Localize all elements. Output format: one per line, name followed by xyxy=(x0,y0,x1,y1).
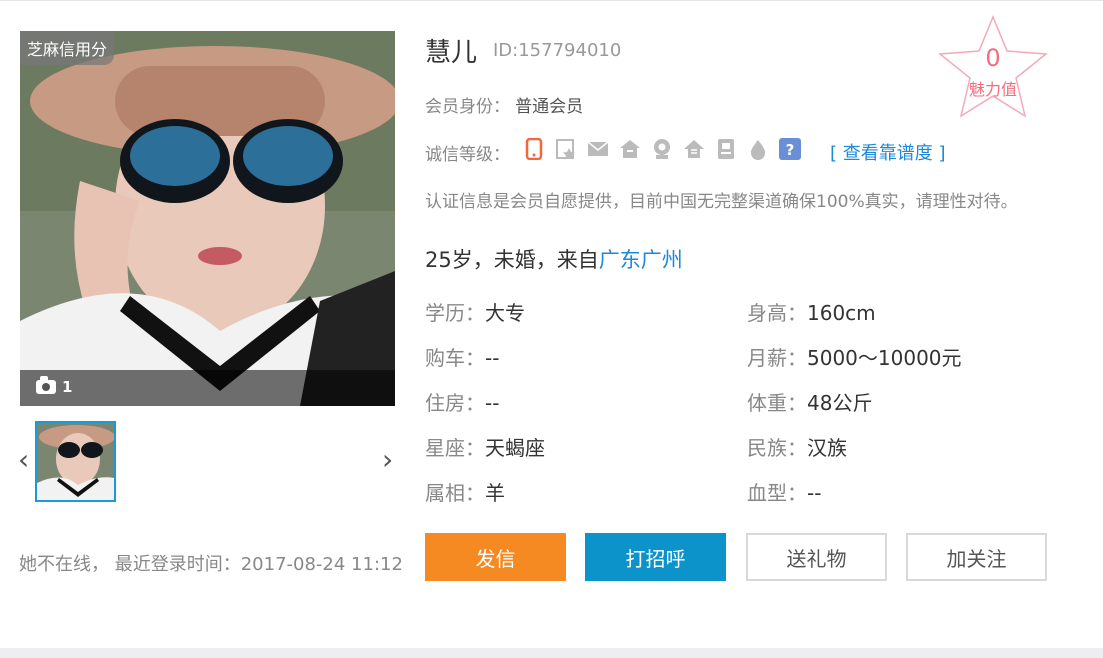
detail-key: 身高： xyxy=(747,301,807,325)
mail-icon[interactable] xyxy=(587,138,609,160)
detail-car: 购车：-- xyxy=(425,342,499,371)
detail-key: 住房： xyxy=(425,391,485,415)
certificate-icon[interactable] xyxy=(555,138,577,160)
detail-value: 大专 xyxy=(485,301,525,325)
send-gift-button[interactable]: 送礼物 xyxy=(746,533,887,581)
photo-illustration xyxy=(20,31,395,406)
drop-icon[interactable] xyxy=(747,138,769,160)
photo-caption-bar xyxy=(20,370,395,406)
detail-value: 5000～10000元 xyxy=(807,346,962,370)
detail-height: 身高：160cm xyxy=(747,297,876,326)
zhima-credit-badge[interactable]: 芝麻信用分 xyxy=(20,31,115,65)
detail-key: 购车： xyxy=(425,346,485,370)
profile-id: ID:157794010 xyxy=(493,40,622,61)
detail-zodiac: 星座：天蝎座 xyxy=(425,432,545,461)
detail-value: 160cm xyxy=(807,301,876,325)
profile-summary: 25岁，未婚，来自广东广州 xyxy=(425,244,683,274)
next-arrow-icon[interactable]: › xyxy=(382,446,393,474)
detail-weight: 体重：48公斤 xyxy=(747,387,872,416)
detail-value: -- xyxy=(485,346,500,370)
member-label: 会员身份： xyxy=(425,97,510,117)
photo-count[interactable]: 1 xyxy=(36,376,73,396)
detail-value: -- xyxy=(485,391,500,415)
detail-key: 学历： xyxy=(425,301,485,325)
detail-blood-type: 血型：-- xyxy=(747,477,821,506)
detail-key: 属相： xyxy=(425,481,485,505)
question-icon[interactable]: ? xyxy=(779,138,801,160)
detail-value: 羊 xyxy=(485,481,505,505)
detail-key: 血型： xyxy=(747,481,807,505)
member-value: 普通会员 xyxy=(515,97,584,117)
detail-education: 学历：大专 xyxy=(425,297,525,326)
detail-value: 48公斤 xyxy=(807,391,873,415)
credit-label: 诚信等级： xyxy=(425,145,510,165)
credit-icons: ? xyxy=(523,137,801,161)
detail-value: 天蝎座 xyxy=(485,436,545,460)
home-icon[interactable] xyxy=(683,138,705,160)
online-status: 她不在线， 最近登录时间：2017-08-24 11:12 xyxy=(19,554,403,575)
phone-icon[interactable] xyxy=(523,137,545,161)
camera-icon xyxy=(36,376,56,394)
id-card-icon[interactable] xyxy=(715,138,737,160)
member-row: 会员身份： 普通会员 xyxy=(425,92,583,117)
detail-key: 月薪： xyxy=(747,346,807,370)
detail-value: -- xyxy=(807,481,822,505)
greet-button[interactable]: 打招呼 xyxy=(585,533,726,581)
detail-key: 民族： xyxy=(747,436,807,460)
detail-key: 体重： xyxy=(747,391,807,415)
charm-badge: 0 魅力值 xyxy=(936,14,1050,120)
profile-photo[interactable]: 芝麻信用分 1 xyxy=(20,31,395,406)
send-letter-button[interactable]: 发信 xyxy=(425,533,566,581)
top-divider xyxy=(0,0,1103,1)
thumbnail-illustration xyxy=(37,423,114,500)
detail-value: 汉族 xyxy=(807,436,847,460)
detail-chinese-zodiac: 属相：羊 xyxy=(425,477,505,506)
video-icon[interactable] xyxy=(651,138,673,160)
view-reliability-link[interactable]: [ 查看靠谱度 ] xyxy=(830,139,946,165)
charm-label: 魅力值 xyxy=(968,80,1017,99)
svg-text:?: ? xyxy=(786,141,795,159)
charm-value: 0 xyxy=(985,44,1001,72)
profile-name: 慧儿 xyxy=(425,38,478,68)
photo-thumbnail[interactable] xyxy=(35,421,116,502)
detail-housing: 住房：-- xyxy=(425,387,499,416)
summary-text: 25岁，未婚，来自 xyxy=(425,248,599,272)
photo-count-value: 1 xyxy=(62,378,73,396)
bottom-divider xyxy=(0,648,1103,658)
location-link[interactable]: 广东广州 xyxy=(599,248,683,272)
prev-arrow-icon[interactable]: ‹ xyxy=(18,446,29,474)
house-icon[interactable] xyxy=(619,138,641,160)
follow-button[interactable]: 加关注 xyxy=(906,533,1047,581)
verification-notice: 认证信息是会员自愿提供，目前中国无完整渠道确保100%真实，请理性对待。 xyxy=(425,192,1018,212)
detail-ethnicity: 民族：汉族 xyxy=(747,432,847,461)
detail-key: 星座： xyxy=(425,436,485,460)
detail-salary: 月薪：5000～10000元 xyxy=(747,342,962,371)
